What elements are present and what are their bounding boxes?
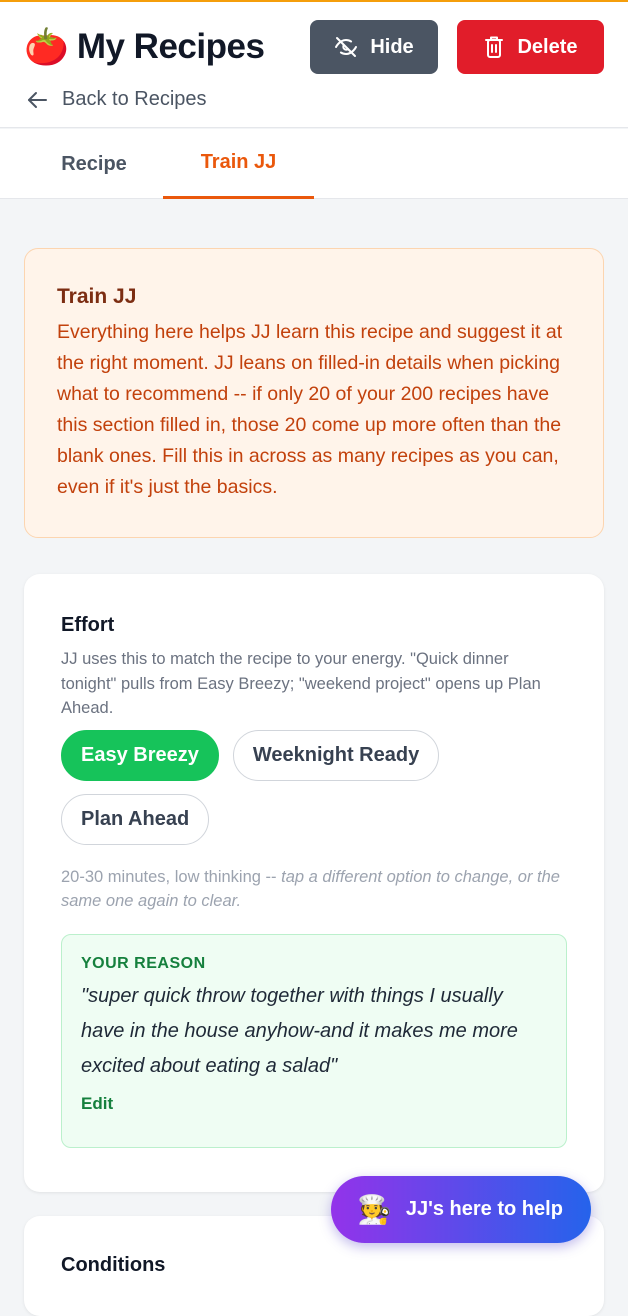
hide-button[interactable]: Hide (310, 20, 438, 74)
tomato-logo-icon: 🍅 (24, 26, 69, 67)
effort-card: Effort JJ uses this to match the recipe … (24, 574, 604, 1192)
info-title: Train JJ (57, 285, 137, 308)
tab-bar: Recipe Train JJ (0, 129, 628, 199)
reason-label: YOUR REASON (81, 954, 206, 972)
app-brand: 🍅 My Recipes (24, 24, 265, 70)
hide-button-label: Hide (370, 35, 414, 58)
tab-train-jj[interactable]: Train JJ (163, 129, 314, 199)
chef-icon: 🧑‍🍳 (357, 1194, 392, 1225)
jj-help-button[interactable]: 🧑‍🍳 JJ's here to help (331, 1176, 591, 1243)
app-title: My Recipes (76, 27, 265, 66)
effort-options: Easy Breezy Weeknight Ready Plan Ahead (61, 729, 567, 845)
delete-button-label: Delete (517, 35, 578, 58)
info-body: Everything here helps JJ learn this reci… (57, 321, 563, 498)
back-to-recipes-link[interactable]: Back to Recipes (26, 88, 207, 111)
effort-title: Effort (61, 614, 115, 636)
effort-hint: 20-30 minutes, low thinking -- tap a dif… (61, 865, 567, 914)
tab-recipe[interactable]: Recipe (38, 129, 150, 199)
app-header: 🍅 My Recipes Hide Delete Back to Recipes (0, 2, 628, 128)
your-reason-box: YOUR REASON "super quick throw together … (61, 933, 567, 1148)
arrow-left-icon (28, 91, 47, 108)
conditions-title: Conditions (61, 1254, 166, 1276)
effort-option-weeknight-ready[interactable]: Weeknight Ready (232, 729, 440, 781)
reason-edit-link[interactable]: Edit (81, 1094, 547, 1114)
reason-quote: "super quick throw together with things … (81, 984, 518, 1077)
eye-off-icon (335, 37, 358, 57)
effort-option-plan-ahead[interactable]: Plan Ahead (61, 793, 210, 845)
delete-button[interactable]: Delete (457, 20, 604, 74)
train-jj-info-box: Train JJ Everything here helps JJ learn … (24, 248, 604, 538)
jj-help-label: JJ's here to help (405, 1198, 563, 1220)
trash-icon (485, 36, 504, 58)
effort-description: JJ uses this to match the recipe to your… (61, 650, 541, 717)
effort-hint-text: 20-30 minutes, low thinking -- (61, 867, 282, 886)
back-link-label: Back to Recipes (62, 88, 207, 110)
effort-option-easy-breezy[interactable]: Easy Breezy (61, 729, 219, 781)
